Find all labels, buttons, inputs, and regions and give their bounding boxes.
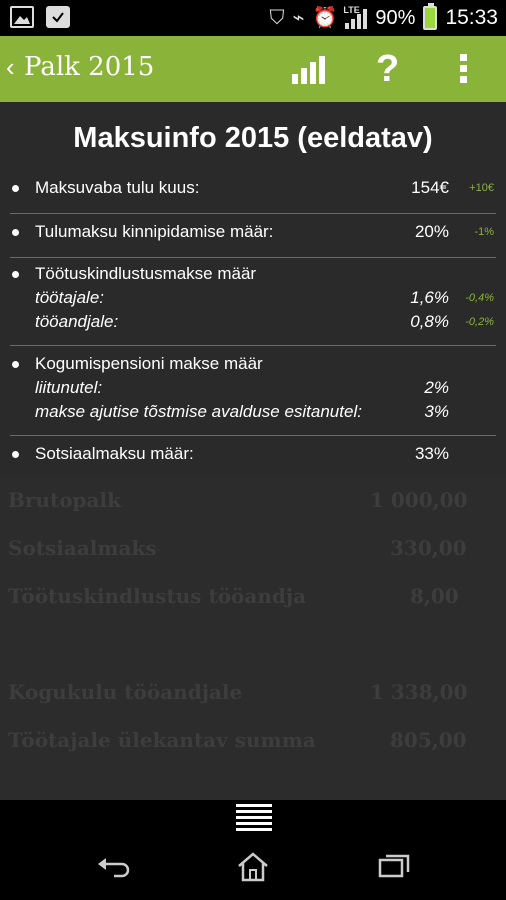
subitem-label: töötajale: [35,288,104,307]
subitem-label: liitunutel: [35,378,103,397]
dialog-title: Maksuinfo 2015 (eeldatav) [73,122,433,154]
chevron-left-icon[interactable]: ‹ [6,52,15,83]
subitem-label: makse ajutise tõstmise avalduse esitanut… [35,402,362,421]
list-subitem: töötajale: 1,6% -0,4% [10,286,496,310]
background-row: Töötajale ülekantav summa [8,728,316,752]
list-item: Kogumispensioni makse määr [10,352,496,376]
background-row: 805,00 [390,728,467,752]
bullet-icon [12,361,19,368]
bar-chart-icon[interactable] [292,52,325,84]
main-content: Brutopalk 1 000,00 Sotsiaalmaks 330,00 T… [0,102,506,800]
background-row: Brutopalk [8,488,121,512]
signal-icon: LTE [343,5,368,29]
bullet-icon [12,271,19,278]
list-item: Töötuskindlustusmakse määr [10,262,496,286]
subitem-value: 0,8% [410,312,449,331]
drawer-handle-icon[interactable] [236,804,272,831]
list-subitem: liitunutel: 2% [10,376,496,400]
item-change: -1% [474,226,494,238]
system-icons: ⛉ ⌁ ⏰ LTE 90% 15:33 [269,0,498,36]
briefcase-icon [46,6,70,28]
recent-apps-icon[interactable] [378,852,412,888]
subitem-change: -0,2% [465,316,494,328]
subitem-value: 3% [424,402,449,421]
background-row: 1 000,00 [370,488,468,512]
subitem-value: 1,6% [410,288,449,307]
battery-icon [423,3,438,30]
list-subitem: makse ajutise tõstmise avalduse esitanut… [10,400,496,424]
list-item: Maksuvaba tulu kuus: 154€ +10€ [10,176,496,200]
drawer-handle[interactable] [0,800,506,834]
divider [10,213,496,214]
item-label: Kogumispensioni makse määr [35,354,263,373]
divider [10,435,496,436]
subitem-value: 2% [424,378,449,397]
list-subitem: tööandjale: 0,8% -0,2% [10,310,496,334]
item-change: +10€ [469,182,494,194]
background-row: Sotsiaalmaks [8,536,157,560]
battery-percent: 90% [375,6,416,29]
item-label: Töötuskindlustusmakse määr [35,264,257,283]
item-label: Sotsiaalmaksu määr: [35,444,194,463]
shield-icon: ⛉ [269,7,285,29]
list-item: Sotsiaalmaksu määr: 33% [10,442,496,466]
background-row: 8,00 [410,584,459,608]
bullet-icon [12,451,19,458]
background-row: Kogukulu tööandjale [8,680,243,704]
background-row: 330,00 [390,536,467,560]
subitem-change: -0,4% [465,292,494,304]
clock: 15:33 [445,6,498,29]
bullet-icon [12,229,19,236]
tax-info-dialog: Maksuinfo 2015 (eeldatav) Maksuvaba tulu… [0,102,506,476]
action-bar: ‹ Palk 2015 ? [0,36,506,102]
network-type-label: LTE [343,5,360,15]
home-icon[interactable] [236,852,270,890]
item-value: 20% [414,222,449,241]
item-value: 154€ [411,178,449,197]
image-icon [10,6,34,28]
alarm-icon: ⏰ [312,7,338,29]
bullet-icon [12,185,19,192]
divider [10,257,496,258]
overflow-menu-icon[interactable] [460,54,470,88]
background-row: 1 338,00 [370,680,468,704]
status-bar: ⛉ ⌁ ⏰ LTE 90% 15:33 [0,0,506,36]
back-icon[interactable] [96,852,130,888]
app-title[interactable]: Palk 2015 [24,52,154,82]
item-label: Maksuvaba tulu kuus: [35,178,200,197]
list-item: Tulumaksu kinnipidamise määr: 20% -1% [10,220,496,244]
item-value: 33% [414,444,449,463]
divider [10,345,496,346]
background-row: Töötuskindlustus tööandja [8,584,307,608]
vibrate-icon: ⌁ [292,7,305,29]
help-icon[interactable]: ? [376,48,399,91]
item-label: Tulumaksu kinnipidamise määr: [35,222,274,241]
notification-icons [10,6,70,28]
subitem-label: tööandjale: [35,312,119,331]
navigation-bar [0,834,506,900]
